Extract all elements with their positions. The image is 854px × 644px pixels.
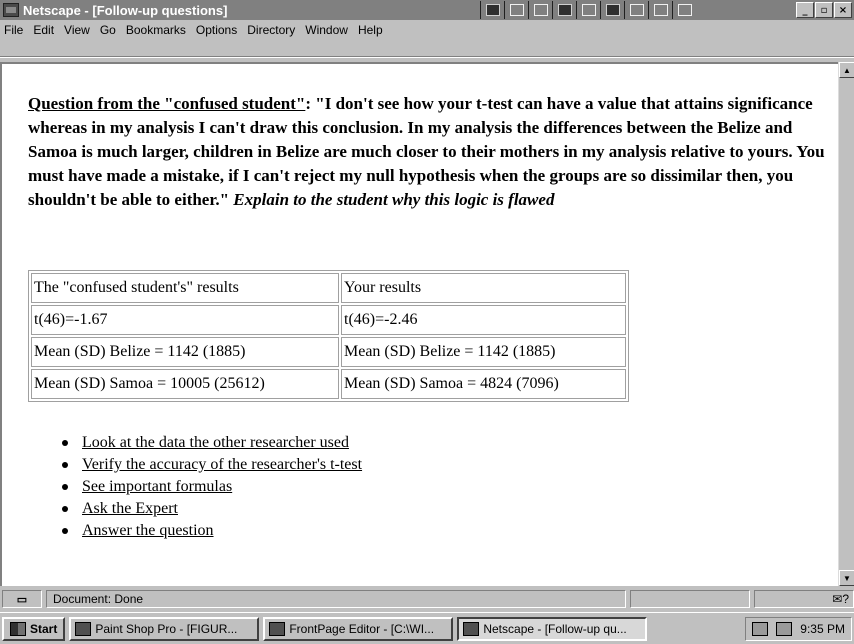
link-ask-expert[interactable]: Ask the Expert (82, 500, 178, 517)
table-cell: Mean (SD) Samoa = 4824 (7096) (341, 369, 626, 399)
menu-view[interactable]: View (64, 23, 90, 37)
link-other-researcher-data[interactable]: Look at the data the other researcher us… (82, 434, 349, 451)
window-controls: _ ▫ × (795, 2, 852, 18)
link-important-formulas[interactable]: See important formulas (82, 478, 232, 495)
table-row: t(46)=-1.67 t(46)=-2.46 (31, 305, 626, 335)
status-text: Document: Done (46, 590, 626, 608)
table-row: Mean (SD) Samoa = 10005 (25612) Mean (SD… (31, 369, 626, 399)
network-icon[interactable] (776, 621, 793, 636)
progress-bar (630, 590, 750, 608)
window-title: Netscape - [Follow-up questions] (23, 2, 228, 18)
results-table: The "confused student's" results Your re… (28, 270, 629, 402)
toolbar-separator (0, 56, 854, 58)
menu-edit[interactable]: Edit (33, 23, 54, 37)
toolbar-icon-1[interactable] (480, 1, 504, 19)
title-toolbar-icons (480, 1, 696, 19)
close-button[interactable]: × (834, 2, 852, 18)
mail-icon[interactable]: ✉? (754, 590, 854, 608)
menu-options[interactable]: Options (196, 23, 237, 37)
menu-bookmarks[interactable]: Bookmarks (126, 23, 186, 37)
table-header-cell: The "confused student's" results (31, 273, 339, 303)
list-item: Answer the question (62, 520, 362, 542)
toolbar-icon-6[interactable] (600, 1, 624, 19)
table-row: The "confused student's" results Your re… (31, 273, 626, 303)
table-cell: Mean (SD) Belize = 1142 (1885) (31, 337, 339, 367)
menu-file[interactable]: File (4, 23, 23, 37)
menu-go[interactable]: Go (100, 23, 116, 37)
checkbox-icon[interactable] (576, 1, 600, 19)
table-cell: t(46)=-1.67 (31, 305, 339, 335)
toolbar-icon-4[interactable] (552, 1, 576, 19)
menu-window[interactable]: Window (305, 23, 348, 37)
netscape-icon (463, 621, 480, 636)
task-label: Netscape - [Follow-up qu... (483, 621, 627, 636)
start-label: Start (30, 621, 58, 636)
folder-icon[interactable] (528, 1, 552, 19)
paint-shop-pro-icon (75, 621, 92, 636)
link-list: Look at the data the other researcher us… (62, 432, 362, 542)
table-cell: Mean (SD) Belize = 1142 (1885) (341, 337, 626, 367)
minimize-button[interactable]: _ (796, 2, 814, 18)
question-text: Question from the "confused student": "I… (28, 92, 828, 212)
table-row: Mean (SD) Belize = 1142 (1885) Mean (SD)… (31, 337, 626, 367)
frontpage-icon (269, 621, 286, 636)
windows-logo-icon (10, 621, 26, 636)
table-cell: Mean (SD) Samoa = 10005 (25612) (31, 369, 339, 399)
toolbar-icon-7[interactable] (624, 1, 648, 19)
list-item: See important formulas (62, 476, 362, 498)
title-bar: Netscape - [Follow-up questions] _ ▫ × (0, 0, 854, 20)
toolbar-icon-8[interactable] (648, 1, 672, 19)
menu-directory[interactable]: Directory (247, 23, 295, 37)
list-item: Ask the Expert (62, 498, 362, 520)
taskbar: Start Paint Shop Pro - [FIGUR... FrontPa… (0, 612, 854, 644)
task-netscape[interactable]: Netscape - [Follow-up qu... (457, 616, 648, 641)
link-answer-question[interactable]: Answer the question (82, 522, 214, 539)
menu-bar: File Edit View Go Bookmarks Options Dire… (0, 20, 854, 40)
table-header-cell: Your results (341, 273, 626, 303)
task-paint-shop-pro[interactable]: Paint Shop Pro - [FIGUR... (69, 616, 260, 641)
status-bar: ▭ Document: Done ✉? (0, 588, 854, 610)
maximize-button[interactable]: ▫ (815, 2, 833, 18)
task-frontpage-editor[interactable]: FrontPage Editor - [C:\WI... (263, 616, 454, 641)
netscape-app-icon[interactable] (3, 3, 19, 17)
document-icon[interactable] (504, 1, 528, 19)
table-cell: t(46)=-2.46 (341, 305, 626, 335)
scroll-down-icon[interactable]: ▼ (839, 570, 854, 586)
list-item: Look at the data the other researcher us… (62, 432, 362, 454)
clock[interactable]: 9:35 PM (800, 622, 845, 636)
system-tray: 9:35 PM (745, 616, 852, 641)
volume-icon[interactable] (752, 621, 769, 636)
toolbar-icon-9[interactable] (672, 1, 696, 19)
question-label: Question from the "confused student" (28, 94, 306, 113)
task-label: Paint Shop Pro - [FIGUR... (95, 621, 238, 636)
menu-help[interactable]: Help (358, 23, 383, 37)
link-verify-t-test[interactable]: Verify the accuracy of the researcher's … (82, 456, 362, 473)
vertical-scrollbar[interactable]: ▲ ▼ (838, 62, 854, 586)
security-key-icon[interactable]: ▭ (2, 590, 42, 608)
list-item: Verify the accuracy of the researcher's … (62, 454, 362, 476)
task-label: FrontPage Editor - [C:\WI... (289, 621, 435, 636)
start-button[interactable]: Start (2, 616, 66, 641)
question-instruction: Explain to the student why this logic is… (233, 190, 555, 209)
scroll-up-icon[interactable]: ▲ (839, 62, 854, 78)
